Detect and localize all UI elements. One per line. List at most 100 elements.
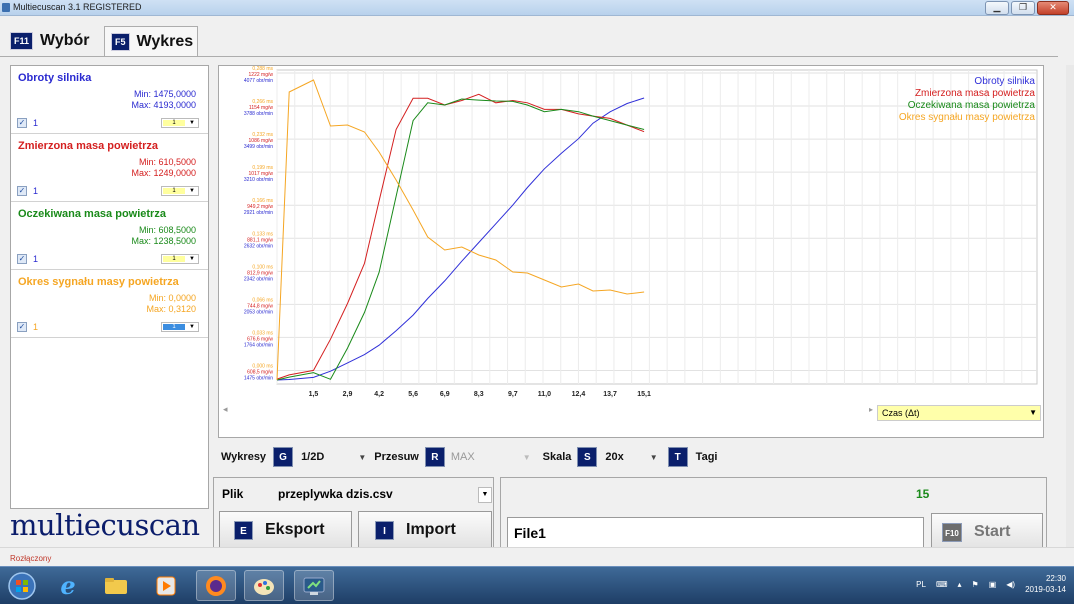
sensor-panel: Obroty silnika Min: 1475,0000 Max: 4193,… [10, 65, 209, 509]
export-key: E [234, 520, 253, 540]
system-tray: PL ⌨ ▴ ⚑ ▣ ◀) 22:30 2019-03-14 [916, 573, 1066, 595]
record-panel: 15 File1 F10 Start [500, 477, 1047, 553]
window-title: Multiecuscan 3.1 REGISTERED [13, 2, 142, 12]
sensor-item[interactable]: Obroty silnika Min: 1475,0000 Max: 4193,… [11, 66, 208, 134]
sensor-item[interactable]: Okres sygnału masy powietrza Min: 0,0000… [11, 270, 208, 338]
horizontal-scrollbar[interactable]: ◂ [223, 404, 873, 416]
chevron-down-icon: ▼ [1029, 408, 1037, 417]
multiecuscan-taskbar-icon[interactable] [294, 570, 334, 601]
scroll-right-icon[interactable]: ▸ [869, 405, 873, 414]
filename-input[interactable]: File1 [507, 517, 924, 549]
x-tick-label: 9,7 [508, 391, 518, 398]
right-splitter[interactable] [1066, 65, 1074, 547]
title-bar[interactable]: Multiecuscan 3.1 REGISTERED ▁ ❐ ✕ [0, 0, 1074, 16]
sensor-min: Min: 608,5000 [138, 225, 196, 235]
tagi-key[interactable]: T [667, 447, 688, 467]
time-axis-select[interactable]: Czas (Δt) ▼ [877, 405, 1041, 421]
legend-entry: Obroty silnika [974, 76, 1035, 87]
x-tick-label: 13,7 [603, 391, 617, 398]
tab-wybor[interactable]: F11 Wybór [10, 26, 90, 56]
tagi-label[interactable]: Tagi [696, 451, 718, 463]
sensor-checkbox[interactable]: ✓ [17, 254, 27, 264]
firefox-icon[interactable] [196, 570, 236, 601]
plik-label: Plik [222, 487, 244, 501]
sensor-min: Min: 610,5000 [138, 157, 196, 167]
x-tick-label: 8,3 [474, 391, 484, 398]
time-axis-label: Czas (Δt) [882, 408, 920, 418]
ie-icon[interactable]: e [48, 570, 88, 601]
export-button[interactable]: E Eksport [219, 511, 352, 549]
paint-icon[interactable] [244, 570, 284, 601]
y-axis-label: 3210 obr/min [244, 177, 273, 183]
minimize-button[interactable]: ▁ [985, 1, 1009, 15]
language-indicator[interactable]: PL [916, 580, 926, 589]
tab-wybor-key: F11 [10, 32, 34, 50]
sensor-item[interactable]: Oczekiwana masa powietrza Min: 608,5000 … [11, 202, 208, 270]
sensor-max: Max: 0,3120 [146, 304, 196, 314]
skala-label: Skala [542, 451, 572, 463]
start-button[interactable]: F10 Start [931, 513, 1043, 551]
file-panel: Plik przeplywka dzis.csv ▼ E Eksport I I… [213, 477, 494, 553]
sensor-check-label: 1 [33, 254, 39, 264]
x-tick-label: 5,6 [408, 391, 418, 398]
sensor-color-select[interactable]: 1 ▼ [161, 254, 199, 264]
maximize-button[interactable]: ❐ [1011, 1, 1035, 15]
sensor-checkbox[interactable]: ✓ [17, 186, 27, 196]
media-player-icon[interactable] [146, 570, 186, 601]
record-counter: 15 [916, 487, 930, 501]
sensor-check-label: 1 [33, 322, 39, 332]
skala-value[interactable]: 20x [605, 451, 623, 463]
sensor-name: Obroty silnika [18, 72, 92, 84]
tab-wykres-label: Wykres [136, 32, 194, 50]
chevron-down-icon: ▼ [522, 452, 531, 462]
connection-status: Rozłączony [10, 554, 52, 563]
volume-icon[interactable]: ◀) [1006, 580, 1015, 589]
app-icon [2, 3, 10, 12]
sensor-color-select[interactable]: 1 ▼ [161, 322, 199, 332]
client-area: F11 Wybór F5 Wykres Obroty silnika Min: … [0, 17, 1074, 553]
clock-date[interactable]: 2019-03-14 [1025, 584, 1066, 595]
file-select[interactable]: przeplywka dzis.csv [278, 487, 393, 501]
start-key: F10 [942, 522, 962, 542]
y-axis-label: 1764 obr/min [244, 342, 273, 348]
wykresy-label: Wykresy [221, 451, 267, 463]
sensor-check-label: 1 [33, 186, 39, 196]
tab-divider [0, 56, 1058, 57]
x-tick-label: 12,4 [572, 391, 586, 398]
app-logo: multiecuscan [10, 508, 200, 542]
close-button[interactable]: ✕ [1037, 1, 1069, 15]
x-tick-label: 11,0 [538, 391, 551, 398]
sensor-name: Zmierzona masa powietrza [18, 140, 158, 152]
tab-wykres[interactable]: F5 Wykres [104, 26, 199, 56]
flag-icon[interactable]: ⚑ [972, 580, 979, 589]
x-tick-label: 1,5 [309, 391, 319, 398]
sensor-color-select[interactable]: 1 ▼ [161, 118, 199, 128]
sensor-min: Min: 1475,0000 [133, 89, 196, 99]
tray-expand-icon[interactable]: ▴ [958, 580, 962, 589]
chevron-down-icon[interactable]: ▼ [478, 487, 492, 503]
x-tick-label: 6,9 [440, 391, 450, 398]
keyboard-icon[interactable]: ⌨ [936, 580, 948, 589]
sensor-max: Max: 1249,0000 [131, 168, 196, 178]
sensor-color-select[interactable]: 1 ▼ [161, 186, 199, 196]
sensor-max: Max: 4193,0000 [131, 100, 196, 110]
chevron-down-icon: ▼ [649, 452, 658, 462]
tab-wykres-key: F5 [111, 32, 130, 51]
skala-key[interactable]: S [577, 447, 598, 467]
przesuw-value[interactable]: MAX [451, 451, 475, 463]
start-menu-icon[interactable] [2, 570, 42, 601]
przesuw-key[interactable]: R [424, 447, 445, 467]
x-tick-label: 15,1 [637, 391, 651, 398]
przesuw-label: Przesuw [374, 451, 419, 463]
wykresy-control[interactable]: Wykresy G 1/2D ▼ Przesuw R MAX ▼ Skala S… [221, 447, 717, 467]
legend-entry: Oczekiwana masa powietrza [908, 100, 1036, 111]
sensor-checkbox[interactable]: ✓ [17, 322, 27, 332]
import-button[interactable]: I Import [358, 511, 492, 549]
clock-time[interactable]: 22:30 [1025, 573, 1066, 584]
import-label: Import [406, 521, 456, 538]
start-label: Start [974, 523, 1011, 540]
folder-icon[interactable] [96, 570, 136, 601]
sensor-checkbox[interactable]: ✓ [17, 118, 27, 128]
network-icon[interactable]: ▣ [989, 580, 997, 589]
sensor-item[interactable]: Zmierzona masa powietrza Min: 610,5000 M… [11, 134, 208, 202]
